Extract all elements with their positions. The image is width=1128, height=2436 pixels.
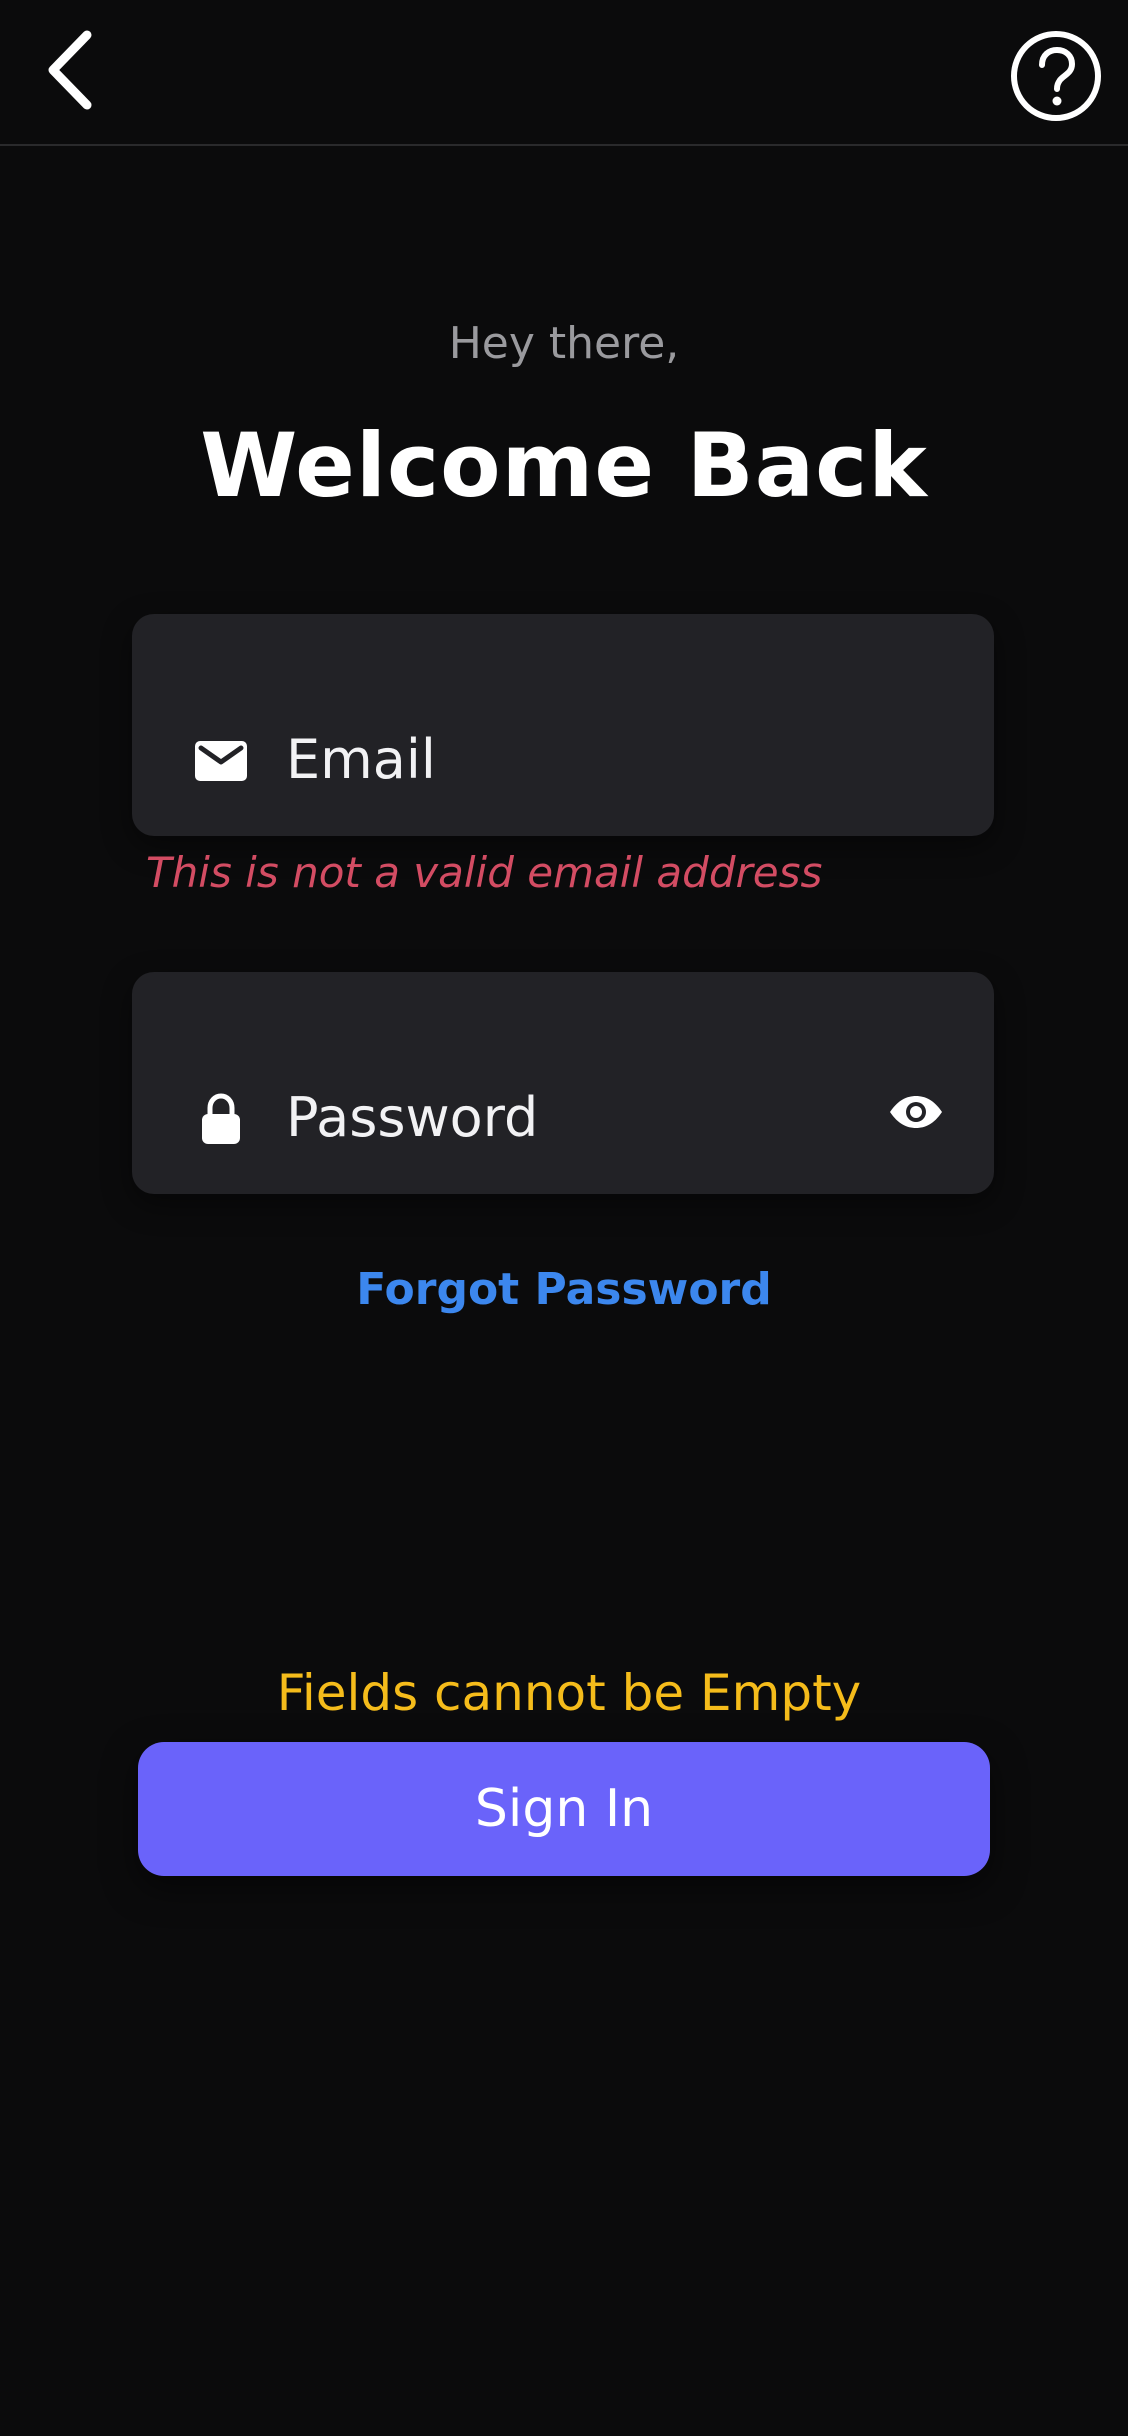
eye-icon[interactable] (874, 1070, 958, 1154)
sign-in-label: Sign In (474, 1779, 654, 1839)
form-warning-message: Fields cannot be Empty (276, 1664, 862, 1722)
question-circle-icon (1011, 31, 1101, 121)
email-field[interactable] (132, 614, 994, 836)
page-title: Welcome Back (200, 414, 928, 517)
help-button[interactable] (1004, 24, 1108, 128)
lock-icon (190, 1088, 252, 1150)
password-field[interactable] (132, 972, 994, 1194)
envelope-icon (190, 730, 252, 792)
top-bar (0, 0, 1128, 146)
forgot-password-link[interactable]: Forgot Password (0, 1264, 1128, 1315)
greeting-text: Hey there, (448, 318, 680, 369)
chevron-left-icon (48, 30, 92, 110)
password-input[interactable] (286, 1086, 846, 1149)
back-button[interactable] (30, 22, 110, 118)
email-input[interactable] (286, 728, 846, 791)
email-error-message: This is not a valid email address (146, 848, 823, 897)
sign-in-button[interactable]: Sign In (138, 1742, 990, 1876)
